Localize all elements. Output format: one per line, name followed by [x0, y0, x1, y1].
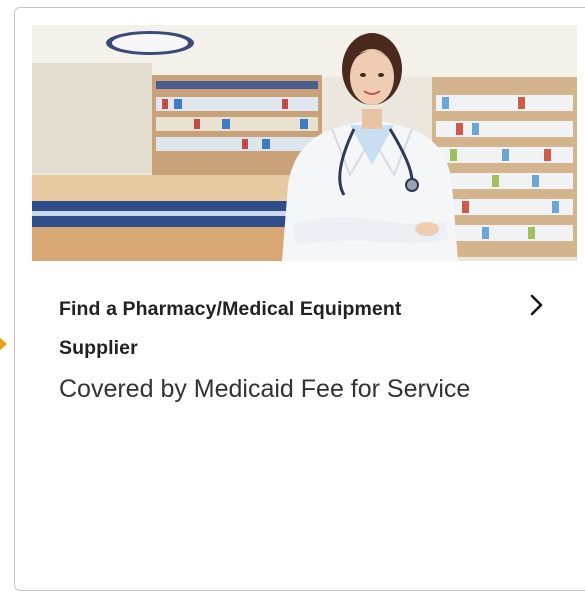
page: Find a Pharmacy/Medical Equipment Suppli… — [0, 0, 585, 594]
focus-indicator-icon — [0, 336, 7, 352]
pharmacy-supplier-card[interactable]: Find a Pharmacy/Medical Equipment Suppli… — [14, 7, 585, 591]
chevron-right-icon[interactable] — [525, 293, 549, 317]
card-title[interactable]: Find a Pharmacy/Medical Equipment Suppli… — [59, 290, 439, 368]
card-subtitle: Covered by Medicaid Fee for Service — [59, 375, 471, 403]
pharmacist-photo — [32, 25, 577, 261]
